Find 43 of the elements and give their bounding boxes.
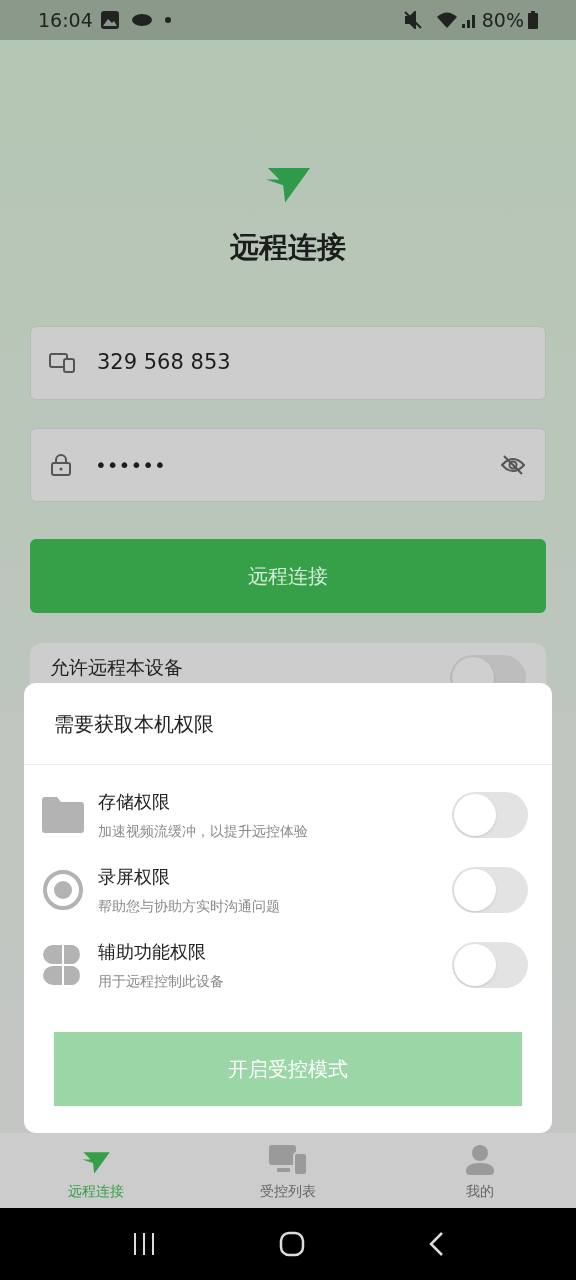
device-id-value: 329 568 853 <box>97 349 231 377</box>
connect-button[interactable]: 远程连接 <box>30 538 546 613</box>
battery-icon <box>528 11 538 29</box>
home-icon[interactable] <box>279 1231 305 1257</box>
permission-description: 用于远程控制此设备 <box>98 971 225 991</box>
permission-description: 加速视频流缓冲，以提升远控体验 <box>98 821 309 841</box>
status-time: 16:04 <box>38 7 93 33</box>
signal-icon <box>461 12 478 28</box>
nav-tab[interactable]: 远程连接 <box>0 1133 192 1208</box>
back-icon[interactable] <box>428 1231 445 1257</box>
send-icon <box>81 1151 111 1175</box>
record-icon <box>42 868 84 911</box>
allow-label: 允许远程本设备 <box>50 654 183 679</box>
permission-title: 辅助功能权限 <box>98 939 207 964</box>
permission-title: 存储权限 <box>98 789 171 814</box>
folder-icon <box>42 796 84 833</box>
sheet-title: 需要获取本机权限 <box>24 683 552 765</box>
devices-icon <box>269 1145 307 1175</box>
toggle-switch[interactable] <box>452 941 528 988</box>
mute-icon <box>403 11 424 29</box>
nav-tab-label: 我的 <box>466 1182 494 1201</box>
toggle-switch[interactable] <box>452 791 528 838</box>
password-value: •••••• <box>95 451 166 479</box>
recent-apps-icon[interactable] <box>131 1232 156 1256</box>
logo-icon <box>264 166 312 205</box>
page-title: 远程连接 <box>230 229 346 267</box>
image-icon <box>100 11 119 29</box>
clover-icon <box>43 944 83 985</box>
devices-icon <box>49 352 75 373</box>
lock-icon <box>51 453 71 476</box>
eye-off-icon[interactable] <box>501 454 525 475</box>
permission-description: 帮助您与协助方实时沟通问题 <box>98 896 281 916</box>
nav-tab[interactable]: 受控列表 <box>192 1133 384 1208</box>
nav-tab-label: 受控列表 <box>260 1182 316 1201</box>
permission-title: 录屏权限 <box>98 864 171 889</box>
nav-tab[interactable]: 我的 <box>384 1133 576 1208</box>
person-icon <box>466 1145 494 1175</box>
battery-percent: 80% <box>481 7 524 33</box>
device-id-field[interactable]: 329 568 853 <box>30 325 546 400</box>
nav-tab-label: 远程连接 <box>68 1182 124 1201</box>
password-field[interactable]: •••••• <box>30 427 546 502</box>
wifi-icon <box>435 11 458 29</box>
toggle-switch[interactable] <box>452 866 528 913</box>
